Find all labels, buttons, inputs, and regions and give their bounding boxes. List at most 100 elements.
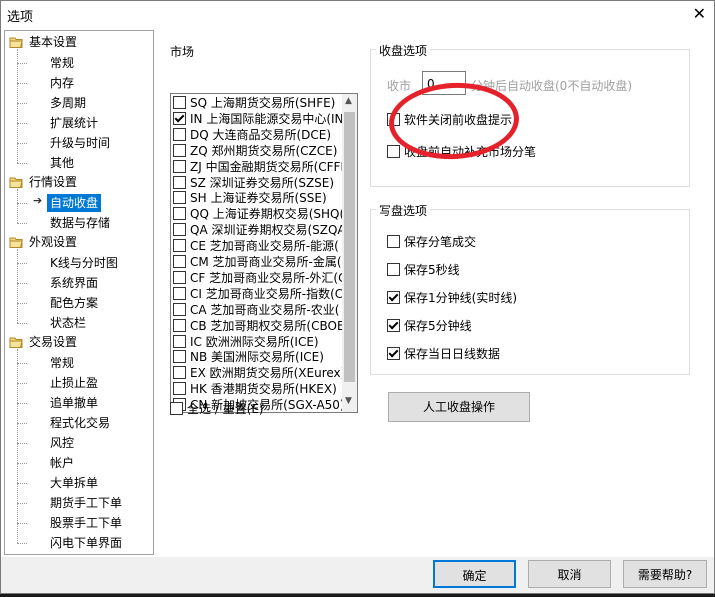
tree-connector bbox=[17, 523, 27, 524]
write-option-label: 保存5分钟线 bbox=[404, 319, 472, 333]
write-option-label: 保存1分钟线(实时线) bbox=[404, 291, 517, 305]
market-item-label: QA 深圳证券期权交易(SZQA bbox=[190, 223, 346, 238]
tree-item[interactable]: 状态栏 bbox=[50, 314, 86, 332]
tree-group-label[interactable]: 基本设置 bbox=[29, 33, 77, 51]
title-bar: 选项 ✕ bbox=[1, 1, 714, 27]
tree-group-label[interactable]: 外观设置 bbox=[29, 233, 77, 251]
tree-group-label[interactable]: 交易设置 bbox=[29, 333, 77, 351]
tree-item[interactable]: 期货手工下单 bbox=[50, 494, 122, 512]
checkbox-icon bbox=[173, 350, 186, 364]
dialog-footer: 确定 取消 需要帮助? bbox=[1, 557, 714, 593]
tree-item[interactable]: 升级与时间 bbox=[50, 134, 110, 152]
checkbox-icon bbox=[173, 191, 186, 205]
tree-item[interactable]: 大单拆单 bbox=[50, 474, 98, 492]
checkbox-icon bbox=[173, 286, 186, 300]
tree-connector bbox=[17, 443, 27, 444]
checkbox-icon bbox=[173, 96, 186, 109]
tree-connector bbox=[17, 203, 27, 204]
help-button[interactable]: 需要帮助? bbox=[623, 560, 707, 588]
scroll-thumb[interactable] bbox=[344, 112, 355, 382]
tree-item[interactable]: 系统界面 bbox=[50, 274, 98, 292]
tree-connector bbox=[17, 543, 27, 544]
selected-arrow-icon: ➔ bbox=[33, 194, 43, 207]
ok-button[interactable]: 确定 bbox=[433, 560, 516, 588]
write-option-checkbox[interactable]: 保存分笔成交 bbox=[387, 233, 476, 250]
tree-item[interactable]: 扩展统计 bbox=[50, 114, 98, 132]
tree-item[interactable]: 追单撤单 bbox=[50, 394, 98, 412]
tree-connector bbox=[17, 263, 27, 264]
select-all-checkbox[interactable]: 全选 / 重置(E) bbox=[170, 400, 264, 417]
checkbox-icon bbox=[173, 366, 186, 380]
tree-group-label[interactable]: 行情设置 bbox=[29, 173, 77, 191]
scroll-down-icon[interactable]: ▼ bbox=[345, 396, 352, 406]
checkbox-icon bbox=[170, 402, 183, 415]
tree-connector bbox=[17, 283, 27, 284]
checkbox-icon bbox=[387, 263, 400, 276]
cancel-button[interactable]: 取消 bbox=[528, 560, 611, 588]
write-option-checkbox[interactable]: 保存当日日线数据 bbox=[387, 345, 500, 362]
checkbox-icon bbox=[387, 347, 400, 360]
tree-item[interactable]: 闪电下单界面 bbox=[50, 534, 122, 552]
tree-connector bbox=[17, 483, 27, 484]
write-option-label: 保存当日日线数据 bbox=[404, 347, 501, 361]
scroll-up-icon[interactable]: ▲ bbox=[345, 96, 352, 106]
tree-item[interactable]: 风控 bbox=[50, 434, 74, 452]
checkbox-icon bbox=[387, 235, 400, 248]
checkbox-icon bbox=[173, 318, 186, 332]
checkbox-icon bbox=[173, 207, 186, 221]
market-item-label: QQ 上海证券期权交易(SHQ( bbox=[190, 207, 345, 222]
checkbox-icon bbox=[173, 175, 186, 189]
tree-item[interactable]: 内存 bbox=[50, 74, 74, 92]
tree-item[interactable]: 数据与存储 bbox=[50, 214, 110, 232]
checkbox-icon bbox=[173, 239, 186, 253]
checkbox-icon bbox=[387, 291, 400, 304]
write-option-label: 保存分笔成交 bbox=[404, 235, 477, 249]
tree-item[interactable]: 自动收盘 bbox=[47, 194, 102, 212]
checkbox-icon bbox=[173, 127, 186, 141]
write-option-checkbox[interactable]: 保存5秒线 bbox=[387, 261, 460, 278]
tree-item[interactable]: 多周期 bbox=[50, 94, 86, 112]
select-all-label: 全选 / 重置(E) bbox=[187, 402, 264, 416]
tree-item[interactable]: 程式化交易 bbox=[50, 414, 110, 432]
window-title: 选项 bbox=[7, 10, 34, 25]
write-options-label: 写盘选项 bbox=[376, 202, 431, 219]
tree-item[interactable]: 其他 bbox=[50, 154, 74, 172]
tree-connector bbox=[17, 323, 27, 324]
tree-connector bbox=[17, 349, 18, 543]
market-item-label: CB 芝加哥期权交易所(CBOE bbox=[190, 318, 345, 333]
tree-connector bbox=[17, 303, 27, 304]
market-list[interactable]: SQ 上海期货交易所(SHFE) IN 上海国际能源交易中心(IN DQ 大连商品交… bbox=[170, 93, 358, 413]
settings-tree: 基本设置 常规 内存 多周期 扩展统计 升级与时间 其他 行情设置 ➔ 自动收盘 数据与存储 外观设置… bbox=[4, 30, 154, 555]
tree-item[interactable]: K线与分时图 bbox=[50, 254, 118, 272]
market-label: 市场 bbox=[170, 45, 195, 59]
checkbox-icon bbox=[173, 159, 186, 173]
market-item-label: CF 芝加哥商业交易所-外汇(C bbox=[190, 270, 347, 285]
tree-connector bbox=[17, 463, 27, 464]
tree-item[interactable]: 常规 bbox=[50, 54, 74, 72]
tree-item[interactable]: 帐户 bbox=[50, 454, 74, 472]
tree-item[interactable]: 常规 bbox=[50, 354, 74, 372]
write-option-checkbox[interactable]: 保存1分钟线(实时线) bbox=[387, 289, 517, 306]
tree-item[interactable]: 止损止盈 bbox=[50, 374, 98, 392]
folder-icon[interactable] bbox=[9, 35, 23, 49]
manual-close-button[interactable]: 人工收盘操作 bbox=[388, 392, 530, 422]
tree-item[interactable]: 配色方案 bbox=[50, 294, 98, 312]
tree-connector bbox=[17, 403, 27, 404]
write-option-label: 保存5秒线 bbox=[404, 263, 460, 277]
write-option-checkbox[interactable]: 保存5分钟线 bbox=[387, 317, 472, 334]
tree-connector bbox=[17, 103, 27, 104]
close-icon[interactable]: ✕ bbox=[693, 4, 706, 23]
market-item-label: DQ 大连商品交易所(DCE) bbox=[190, 127, 332, 142]
folder-icon[interactable] bbox=[9, 175, 23, 189]
tree-connector bbox=[17, 83, 27, 84]
checkbox-icon bbox=[173, 111, 186, 125]
market-list-scrollbar[interactable]: ▲ ▼ bbox=[342, 94, 357, 412]
market-item-label: ZQ 郑州期货交易所(CZCE) bbox=[190, 143, 338, 158]
tree-item[interactable]: 股票手工下单 bbox=[50, 514, 122, 532]
folder-icon[interactable] bbox=[9, 335, 23, 349]
checkbox-icon bbox=[173, 382, 186, 396]
tree-connector bbox=[17, 249, 18, 323]
checkbox-icon bbox=[173, 255, 186, 268]
folder-icon[interactable] bbox=[9, 235, 23, 249]
market-item-label: CA 芝加哥商业交易所-农业( bbox=[190, 302, 340, 317]
